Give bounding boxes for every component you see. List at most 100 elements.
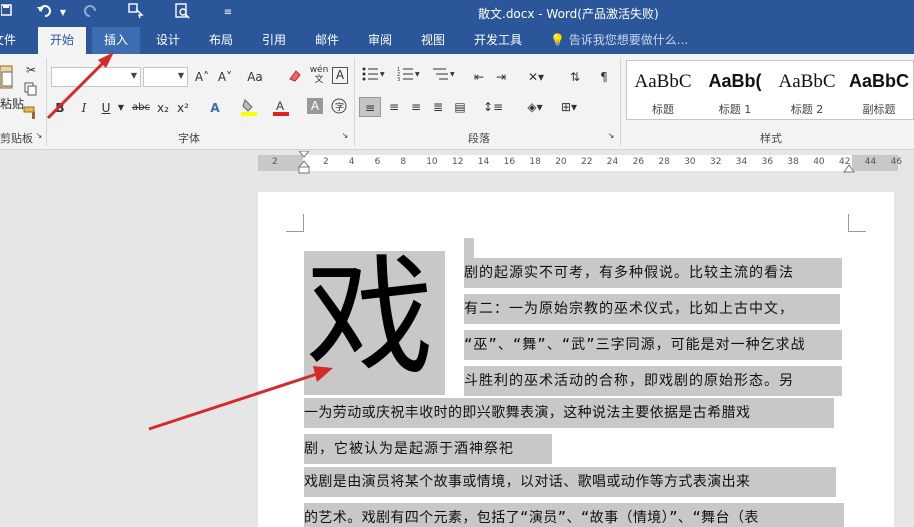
clipboard-group-label: 剪贴板 (0, 132, 33, 145)
distributed-icon[interactable]: ▤ (450, 97, 470, 117)
paragraph-line[interactable]: 有二：一为原始宗教的巫术仪式，比如上古中文， (464, 294, 794, 324)
align-left-icon[interactable]: ≡ (359, 97, 381, 117)
font-launcher-icon[interactable]: ↘ (340, 130, 350, 142)
decrease-indent-icon[interactable]: ⇤ (470, 67, 488, 87)
show-marks-icon[interactable]: ¶ (596, 67, 612, 87)
phonetic-guide-button[interactable]: wén 文 (308, 65, 330, 85)
ribbon-tabs: 文件 开始 插入 设计 布局 引用 邮件 审阅 视图 开发工具 💡 告诉我您想要… (0, 27, 914, 54)
touch-mode-icon[interactable] (126, 3, 146, 23)
page-corner-mark (286, 214, 304, 232)
undo-dropdown-icon[interactable]: ▼ (58, 3, 68, 23)
highlight-color-icon[interactable] (238, 98, 260, 118)
align-right-icon[interactable]: ≡ (406, 97, 426, 117)
format-painter-icon[interactable] (22, 106, 40, 126)
style-heading-2[interactable]: AaBbC 标题 2 (771, 61, 843, 119)
style-heading-1[interactable]: AaBb( 标题 1 (699, 61, 771, 119)
ruler-number: 28 (658, 157, 670, 167)
grow-font-button[interactable]: A˄ (192, 67, 212, 87)
tab-review[interactable]: 审阅 (358, 27, 402, 54)
superscript-button[interactable]: x² (174, 98, 192, 118)
tab-file[interactable]: 文件 (0, 27, 20, 54)
phonetic-guide-label: wén (309, 65, 329, 75)
copy-icon[interactable] (22, 82, 40, 102)
title-bar: ▼ ≡ 散文.docx - Word(产品激活失败) (0, 0, 914, 27)
ruler-number: 40 (813, 157, 825, 167)
paragraph-line[interactable]: 斗胜利的巫术活动的合称，即戏剧的原始形态。另 (464, 366, 794, 396)
svg-text:3: 3 (397, 77, 400, 81)
ruler-number: 44 (864, 157, 877, 167)
undo-icon[interactable] (34, 3, 56, 23)
increase-indent-icon[interactable]: ⇥ (492, 67, 510, 87)
paragraph-line[interactable]: “巫”、“舞”、“武”三字同源，可能是对一种乞求战 (464, 330, 806, 360)
character-shading-icon[interactable]: A (307, 98, 323, 114)
bullets-icon[interactable]: ▼ (360, 67, 388, 87)
multilevel-list-icon[interactable]: ▼ (430, 67, 458, 87)
clipboard-launcher-icon[interactable]: ↘ (34, 130, 44, 142)
font-size-combo[interactable]: ▼ (143, 67, 188, 87)
shading-icon[interactable]: ◈▾ (522, 97, 548, 117)
paragraph-line[interactable]: 戏剧是由演员将某个故事或情境，以对话、歌唱或动作等方式表演出来 (304, 467, 750, 497)
tell-me-label: 告诉我您想要做什么... (568, 33, 689, 47)
redo-icon[interactable] (82, 3, 100, 23)
paste-icon[interactable] (0, 62, 14, 92)
group-separator (354, 58, 355, 146)
clear-formatting-icon[interactable] (285, 67, 305, 87)
style-subtitle[interactable]: AaBbC 副标题 (843, 61, 914, 119)
right-indent-marker-icon[interactable] (843, 163, 855, 173)
svg-text:▼: ▼ (450, 71, 455, 78)
tab-references[interactable]: 引用 (252, 27, 296, 54)
indent-marker-icon[interactable] (298, 151, 310, 175)
font-group-label: 字体 (178, 132, 200, 145)
shrink-font-button[interactable]: A˅ (215, 67, 235, 87)
justify-icon[interactable]: ≣ (428, 97, 448, 117)
tab-view[interactable]: 视图 (411, 27, 455, 54)
align-center-icon[interactable]: ≡ (384, 97, 404, 117)
tab-mailings[interactable]: 邮件 (305, 27, 349, 54)
line-spacing-icon[interactable]: ↕≡ (480, 97, 506, 117)
sort-icon[interactable]: ⇅ (565, 67, 585, 87)
paragraph-line[interactable]: 的艺术。戏剧有四个元素，包括了“演员”、“故事（情境）”、“舞台（表 (304, 503, 759, 527)
character-border-icon[interactable]: A (332, 67, 348, 84)
ruler-number: 30 (684, 157, 696, 167)
ruler-number: 12 (452, 157, 464, 167)
ribbon-home: 粘贴 ✂ 剪贴板 ↘ ▼ ▼ A˄ A˅ Aa wén文 A B I U ▼ a… (0, 54, 914, 150)
paragraph-line[interactable]: 剧的起源实不可考，有多种假说。比较主流的看法 (464, 258, 794, 288)
ruler-number: 32 (710, 157, 722, 167)
ruler-number: 16 (503, 157, 516, 167)
ruler-number: 38 (787, 157, 799, 167)
text-effects-icon[interactable]: A (205, 98, 225, 118)
tell-me-search[interactable]: 💡 告诉我您想要做什么... (550, 27, 688, 54)
tab-design[interactable]: 设计 (146, 27, 190, 54)
horizontal-ruler[interactable]: 2 2 4 6 8 10 12 14 16 18 20 22 24 26 28 30 32 34 36 38 40 42 4… (258, 151, 902, 174)
style-name: 标题 (652, 103, 674, 116)
customize-toolbar-icon[interactable]: ≡ (222, 3, 234, 23)
paragraph-line[interactable]: 剧，它被认为是起源于酒神祭祀 (304, 434, 514, 464)
enclose-characters-icon[interactable]: 字 (330, 98, 348, 118)
annotation-arrow-icon (46, 52, 114, 120)
numbering-icon[interactable]: 1 2 3 ▼ (395, 67, 423, 87)
save-icon[interactable] (0, 3, 14, 23)
tab-layout[interactable]: 布局 (199, 27, 243, 54)
paragraph-launcher-icon[interactable]: ↘ (606, 130, 616, 142)
style-title[interactable]: AaBbC 标题 (627, 61, 699, 119)
paste-button-label[interactable]: 粘贴 (0, 94, 24, 114)
tab-developer[interactable]: 开发工具 (466, 27, 530, 54)
style-sample: AaBbC (848, 71, 909, 91)
change-case-button[interactable]: Aa (242, 67, 268, 87)
cut-icon[interactable]: ✂ (22, 60, 40, 80)
ruler-number: 8 (400, 157, 407, 167)
styles-group-label: 样式 (760, 132, 782, 145)
group-separator (620, 58, 621, 146)
subscript-button[interactable]: x₂ (154, 98, 172, 118)
annotation-arrow-icon (148, 366, 333, 431)
svg-text:A: A (276, 99, 284, 113)
borders-icon[interactable]: ⊞▾ (556, 97, 582, 117)
svg-text:字: 字 (335, 101, 344, 113)
strikethrough-button[interactable]: abc (130, 98, 152, 118)
lightbulb-icon: 💡 (550, 33, 565, 47)
paragraph-line[interactable]: 一为劳动或庆祝丰收时的即兴歌舞表演，这种说法主要依据是古希腊戏 (304, 398, 750, 428)
font-color-icon[interactable]: A (270, 98, 292, 118)
style-sample: AaBbC (778, 71, 836, 92)
asian-layout-icon[interactable]: ✕▾ (522, 67, 550, 87)
print-preview-icon[interactable] (172, 3, 192, 23)
